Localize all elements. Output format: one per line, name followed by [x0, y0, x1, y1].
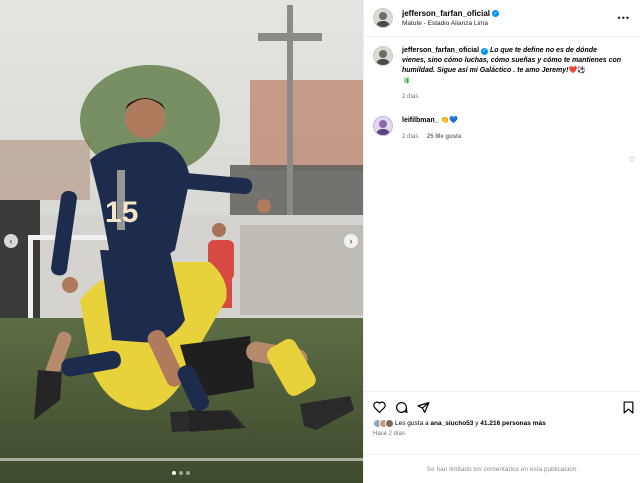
carousel-dot — [186, 471, 190, 475]
post-photo: 15 — [0, 0, 363, 483]
likes-user[interactable]: ana_siucho53 — [430, 420, 473, 427]
comment-likes[interactable]: 25 Me gusta — [427, 134, 461, 140]
post-media[interactable]: 15 ‹ › — [0, 0, 363, 483]
caption-avatar[interactable] — [373, 46, 393, 66]
comment-text: 👏💙 — [440, 117, 458, 124]
like-heart-icon[interactable] — [373, 401, 386, 413]
post-time[interactable]: Hace 2 días — [364, 428, 640, 437]
likes-count[interactable]: 41.216 personas más — [480, 420, 545, 427]
chevron-left-icon[interactable]: ‹ — [4, 234, 18, 248]
likes-summary[interactable]: Les gusta a ana_siucho53 y 41.216 person… — [364, 414, 640, 428]
carousel-dot — [172, 471, 176, 475]
post-header: jefferson_farfan_oficial ✓ Matute - Esta… — [364, 0, 640, 37]
author-avatar[interactable] — [373, 8, 393, 28]
post-sidebar: jefferson_farfan_oficial ✓ Matute - Esta… — [363, 0, 640, 483]
chevron-right-icon[interactable]: › — [344, 234, 358, 248]
comment-time[interactable]: 2 días — [402, 134, 418, 140]
comments-limited-notice: Se han limitado los comentarios en esta … — [364, 454, 640, 483]
commenter-avatar[interactable] — [373, 116, 393, 136]
more-options-icon[interactable]: ••• — [618, 13, 630, 23]
comment-like-icon[interactable]: ♡ — [629, 156, 635, 164]
bookmark-save-icon[interactable] — [623, 401, 634, 414]
comment-bubble-icon[interactable] — [395, 401, 408, 414]
likes-middle: y — [475, 420, 479, 427]
post-actions: Les gusta a ana_siucho53 y 41.216 person… — [364, 391, 640, 453]
carousel-dot — [179, 471, 183, 475]
caption-emoji: ❤️⚽ — [568, 67, 586, 74]
caption: jefferson_farfan_oficial ✓ Lo que te def… — [364, 38, 640, 102]
comment-author[interactable]: leifilbman_ — [402, 117, 439, 124]
carousel-indicator — [172, 471, 190, 475]
likes-prefix: Les gusta a — [395, 420, 429, 427]
liker-avatars — [373, 419, 394, 428]
caption-time[interactable]: 2 días — [402, 94, 418, 100]
share-send-icon[interactable] — [417, 401, 430, 414]
verified-badge-icon: ✓ — [492, 10, 500, 17]
verified-badge-icon: ✓ — [480, 47, 488, 55]
jersey-number: 15 — [105, 196, 138, 229]
caption-author[interactable]: jefferson_farfan_oficial — [402, 47, 479, 54]
comments-list: jefferson_farfan_oficial ✓ Lo que te def… — [364, 38, 640, 390]
author-username[interactable]: jefferson_farfan_oficial — [402, 9, 490, 18]
post-location[interactable]: Matute - Estadio Alianza Lima — [402, 20, 499, 27]
comment: leifilbman_ 👏💙 2 días 25 Me gusta — [364, 102, 640, 142]
caption-emoji-end: 🧃 — [402, 77, 411, 84]
